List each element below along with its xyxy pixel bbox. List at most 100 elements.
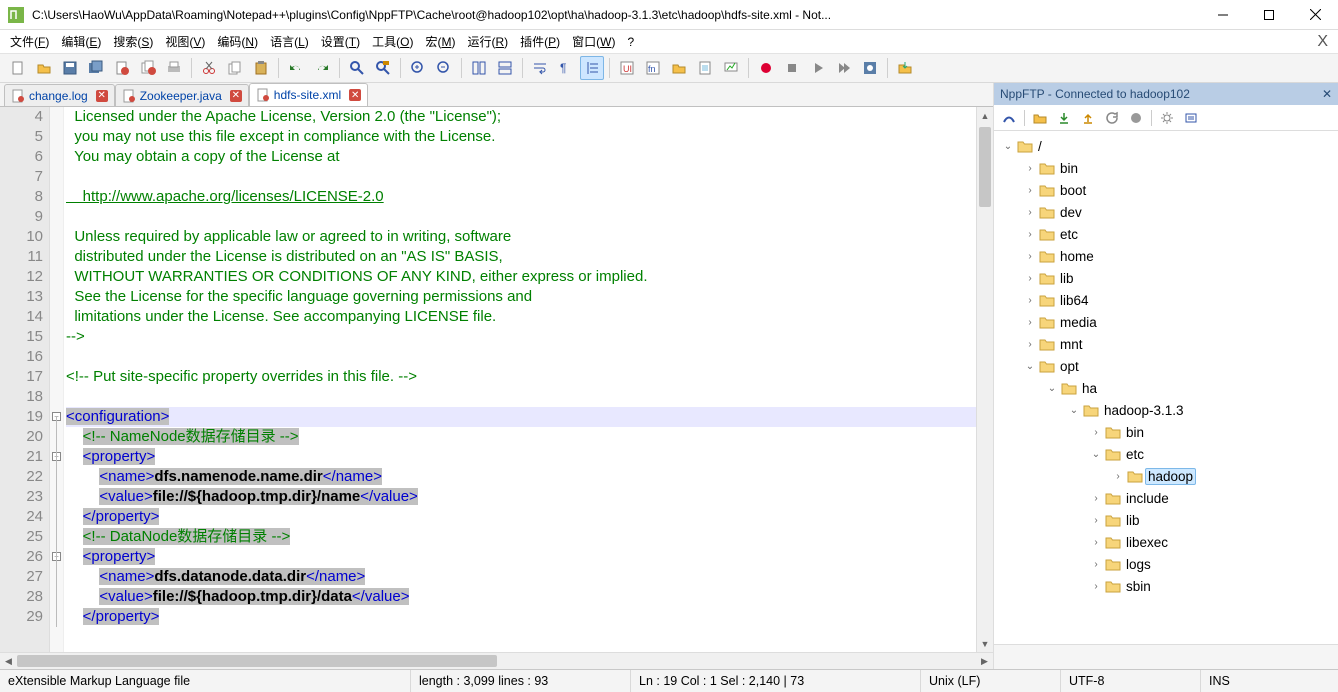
code-area[interactable]: Licensed under the Apache License, Versi… (64, 107, 976, 652)
zoom-out-icon[interactable] (432, 56, 456, 80)
find-icon[interactable] (345, 56, 369, 80)
tree-node-ha[interactable]: ⌄ha (994, 377, 1338, 399)
tree-node-/[interactable]: ⌄/ (994, 135, 1338, 157)
save-icon[interactable] (58, 56, 82, 80)
tree-node-mnt[interactable]: ›mnt (994, 333, 1338, 355)
abort-icon[interactable] (1125, 107, 1147, 129)
nppftp-icon[interactable] (893, 56, 917, 80)
close-tab-icon[interactable]: ✕ (96, 90, 108, 102)
folder-icon (1060, 380, 1078, 396)
folder-icon (1038, 270, 1056, 286)
lang-ui-icon[interactable]: UI (615, 56, 639, 80)
tree-node-lib[interactable]: ›lib (994, 267, 1338, 289)
tree-node-hadoop-3.1.3[interactable]: ⌄hadoop-3.1.3 (994, 399, 1338, 421)
close-window-button[interactable] (1292, 0, 1338, 30)
redo-icon[interactable] (310, 56, 334, 80)
titlebar: C:\Users\HaoWu\AppData\Roaming\Notepad++… (0, 0, 1338, 30)
doc-map-icon[interactable] (693, 56, 717, 80)
tab-close-x[interactable]: X (1311, 33, 1334, 51)
close-file-icon[interactable] (110, 56, 134, 80)
menu-工具(O)[interactable]: 工具(O) (366, 33, 419, 51)
tree-node-etc[interactable]: ⌄etc (994, 443, 1338, 465)
line-number-gutter: 4567891011121314151617181920212223242526… (0, 107, 50, 652)
fold-column[interactable]: −−− (50, 107, 64, 652)
status-eol[interactable]: Unix (LF) (920, 670, 1060, 692)
tree-node-etc[interactable]: ›etc (994, 223, 1338, 245)
settings-icon[interactable] (1156, 107, 1178, 129)
tree-node-dev[interactable]: ›dev (994, 201, 1338, 223)
status-ins[interactable]: INS (1200, 670, 1338, 692)
maximize-button[interactable] (1246, 0, 1292, 30)
sync-vscroll-icon[interactable] (467, 56, 491, 80)
ftp-tree[interactable]: ⌄/›bin›boot›dev›etc›home›lib›lib64›media… (994, 131, 1338, 644)
folder-workspace-icon[interactable] (667, 56, 691, 80)
close-tab-icon[interactable]: ✕ (349, 89, 361, 101)
menu-运行(R)[interactable]: 运行(R) (461, 33, 514, 51)
menu-编码(N)[interactable]: 编码(N) (211, 33, 264, 51)
new-file-icon[interactable] (6, 56, 30, 80)
tree-node-bin[interactable]: ›bin (994, 157, 1338, 179)
tree-node-logs[interactable]: ›logs (994, 553, 1338, 575)
menu-设置(T)[interactable]: 设置(T) (315, 33, 366, 51)
tree-node-bin[interactable]: ›bin (994, 421, 1338, 443)
vertical-scrollbar[interactable]: ▲ ▼ (976, 107, 993, 652)
minimize-button[interactable] (1200, 0, 1246, 30)
connect-icon[interactable] (998, 107, 1020, 129)
show-all-chars-icon[interactable]: ¶ (554, 56, 578, 80)
tree-node-lib64[interactable]: ›lib64 (994, 289, 1338, 311)
menu-文件(F)[interactable]: 文件(F) (4, 33, 55, 51)
refresh-icon[interactable] (1101, 107, 1123, 129)
close-all-icon[interactable] (136, 56, 160, 80)
ftp-status-bar (994, 644, 1338, 669)
zoom-in-icon[interactable] (406, 56, 430, 80)
print-icon[interactable] (162, 56, 186, 80)
copy-icon[interactable] (223, 56, 247, 80)
menu-宏(M)[interactable]: 宏(M) (419, 33, 461, 51)
tab-Zookeeper.java[interactable]: Zookeeper.java✕ (115, 84, 249, 106)
tree-node-home[interactable]: ›home (994, 245, 1338, 267)
messages-icon[interactable] (1180, 107, 1202, 129)
monitor-icon[interactable] (719, 56, 743, 80)
tree-node-sbin[interactable]: ›sbin (994, 575, 1338, 597)
menu-语言(L)[interactable]: 语言(L) (264, 33, 315, 51)
editor[interactable]: 4567891011121314151617181920212223242526… (0, 107, 993, 652)
tree-node-boot[interactable]: ›boot (994, 179, 1338, 201)
open-folder-icon[interactable] (1029, 107, 1051, 129)
tab-hdfs-site.xml[interactable]: hdfs-site.xml✕ (249, 83, 368, 106)
tree-node-opt[interactable]: ⌄opt (994, 355, 1338, 377)
tree-node-lib[interactable]: ›lib (994, 509, 1338, 531)
func-list-icon[interactable]: fn (641, 56, 665, 80)
tree-node-hadoop[interactable]: ›hadoop (994, 465, 1338, 487)
menu-编辑(E)[interactable]: 编辑(E) (55, 33, 107, 51)
menu-视图(V)[interactable]: 视图(V) (159, 33, 211, 51)
download-icon[interactable] (1053, 107, 1075, 129)
cut-icon[interactable] (197, 56, 221, 80)
tree-node-media[interactable]: ›media (994, 311, 1338, 333)
folder-icon (1104, 512, 1122, 528)
upload-icon[interactable] (1077, 107, 1099, 129)
close-tab-icon[interactable]: ✕ (230, 90, 242, 102)
indent-guide-icon[interactable] (580, 56, 604, 80)
save-all-icon[interactable] (84, 56, 108, 80)
wordwrap-icon[interactable] (528, 56, 552, 80)
menu-插件(P)[interactable]: 插件(P) (514, 33, 566, 51)
stop-macro-icon[interactable] (780, 56, 804, 80)
menu-?[interactable]: ? (621, 33, 640, 51)
paste-icon[interactable] (249, 56, 273, 80)
record-macro-icon[interactable] (754, 56, 778, 80)
horizontal-scrollbar[interactable]: ◀▶ (0, 652, 993, 669)
nppftp-close-icon[interactable]: ✕ (1322, 87, 1332, 101)
sync-hscroll-icon[interactable] (493, 56, 517, 80)
status-enc[interactable]: UTF-8 (1060, 670, 1200, 692)
menu-搜索(S)[interactable]: 搜索(S) (107, 33, 159, 51)
tab-change.log[interactable]: change.log✕ (4, 84, 115, 106)
play-multi-icon[interactable] (832, 56, 856, 80)
menu-窗口(W)[interactable]: 窗口(W) (566, 33, 621, 51)
open-file-icon[interactable] (32, 56, 56, 80)
tree-node-include[interactable]: ›include (994, 487, 1338, 509)
tree-node-libexec[interactable]: ›libexec (994, 531, 1338, 553)
play-macro-icon[interactable] (806, 56, 830, 80)
save-macro-icon[interactable] (858, 56, 882, 80)
undo-icon[interactable] (284, 56, 308, 80)
replace-icon[interactable] (371, 56, 395, 80)
